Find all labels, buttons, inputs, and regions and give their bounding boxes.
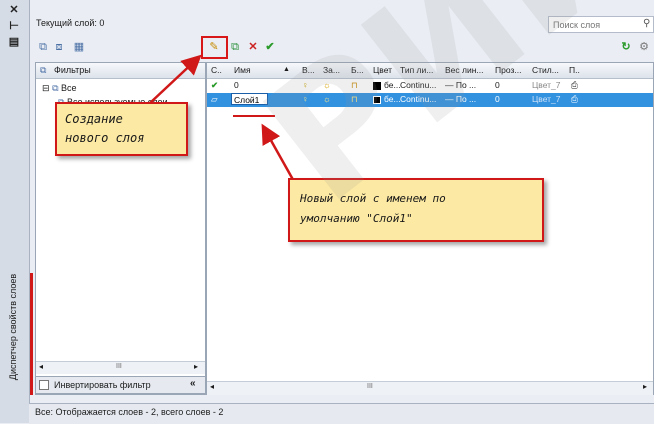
callout-line: умолчанию "Слой1" <box>300 212 413 225</box>
callout-line: Новый слой с именем по <box>300 192 446 205</box>
callout-line: Создание <box>65 112 123 126</box>
callout-create-layer: Создание нового слоя <box>55 102 188 156</box>
callout-default-name: Новый слой с именем по умолчанию "Слой1" <box>288 178 544 242</box>
arrow-to-new-layer-name <box>261 123 298 186</box>
callout-line: нового слоя <box>65 131 145 145</box>
arrow-to-new-layer <box>149 54 202 104</box>
